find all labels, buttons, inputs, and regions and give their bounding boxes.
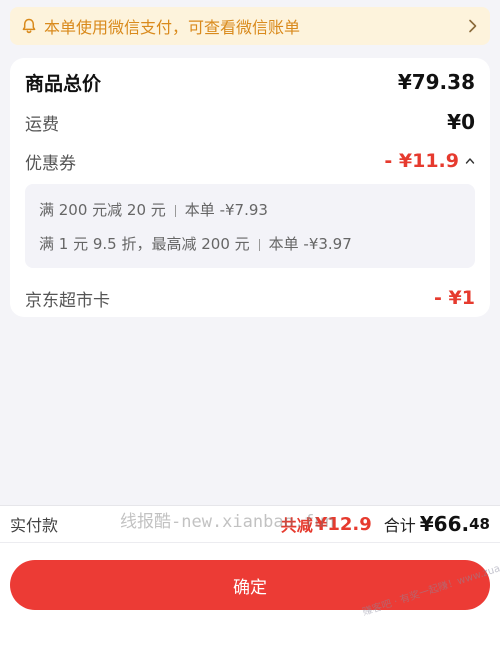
goods-total-row: 商品总价 ¥79.38 <box>25 68 475 96</box>
divider <box>174 204 176 217</box>
coupon-amount: - ¥11.9 <box>384 150 459 172</box>
supermarket-card-value: - ¥1 <box>434 287 475 309</box>
coupon-detail-line: 满 200 元减 20 元本单 -¥7.93 <box>39 199 268 220</box>
order-summary-card: 商品总价 ¥79.38 运费 ¥0 优惠券 - ¥11.9 满 200 元减 2… <box>10 58 490 317</box>
supermarket-card-label: 京东超市卡 <box>25 290 110 311</box>
watermark: 线报酷-new.xianbao.fun <box>120 512 335 532</box>
coupon-rule: 满 200 元减 20 元 <box>39 201 166 219</box>
bell-icon <box>22 18 36 34</box>
divider <box>258 238 260 251</box>
coupon-value[interactable]: - ¥11.9 <box>384 150 475 172</box>
grand-total-label: 合计 <box>383 516 416 535</box>
coupon-row[interactable]: 优惠券 - ¥11.9 <box>25 147 475 175</box>
coupon-detail-line: 满 1 元 9.5 折，最高减 200 元本单 -¥3.97 <box>39 233 352 254</box>
wechat-pay-notice[interactable]: 本单使用微信支付，可查看微信账单 <box>10 7 490 45</box>
grand-total-decimal: 48 <box>469 515 490 533</box>
actual-payment-label: 实付款 <box>10 516 59 535</box>
goods-total-label: 商品总价 <box>25 72 102 95</box>
coupon-rule: 满 1 元 9.5 折，最高减 200 元 <box>39 235 250 253</box>
freight-row: 运费 ¥0 <box>25 108 475 136</box>
grand-total-integer: ¥66. <box>419 512 470 536</box>
coupon-label: 优惠券 <box>25 153 76 174</box>
freight-label: 运费 <box>25 114 59 135</box>
chevron-up-icon[interactable] <box>465 157 475 165</box>
goods-total-value: ¥79.38 <box>397 70 475 94</box>
coupon-deduction: 本单 -¥3.97 <box>268 235 352 253</box>
coupon-detail-box: 满 200 元减 20 元本单 -¥7.93 满 1 元 9.5 折，最高减 2… <box>25 184 475 268</box>
jd-supermarket-card-row[interactable]: 京东超市卡 - ¥1 <box>25 284 475 312</box>
coupon-deduction: 本单 -¥7.93 <box>184 201 268 219</box>
freight-value: ¥0 <box>447 110 475 134</box>
chevron-right-icon <box>469 19 477 33</box>
notice-text: 本单使用微信支付，可查看微信账单 <box>44 18 301 37</box>
